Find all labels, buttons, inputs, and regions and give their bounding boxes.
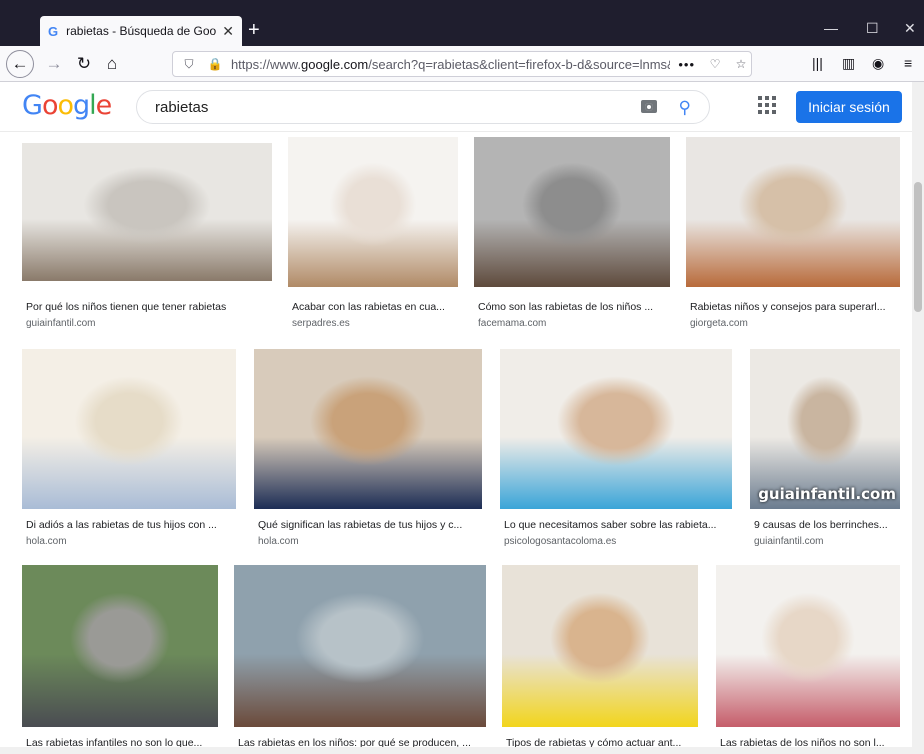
close-tab-icon[interactable]: ✕ bbox=[222, 23, 234, 40]
result-title[interactable]: Tipos de rabietas y cómo actuar ant... bbox=[506, 737, 696, 747]
result-source[interactable]: guiainfantil.com bbox=[754, 536, 823, 547]
search-box[interactable]: ⚲ bbox=[136, 90, 710, 124]
library-icon[interactable]: ||| bbox=[812, 55, 823, 71]
result-source[interactable]: hola.com bbox=[26, 536, 67, 547]
result-thumbnail[interactable] bbox=[22, 565, 218, 727]
result-title[interactable]: Di adiós a las rabietas de tus hijos con… bbox=[26, 519, 236, 531]
result-title[interactable]: Las rabietas de los niños no son l... bbox=[720, 737, 905, 747]
browser-tab[interactable]: G rabietas - Búsqueda de Google ✕ bbox=[40, 16, 242, 46]
browser-navbar: ← → ↻ ⌂ ⛉ 🔒 https://www.google.com/searc… bbox=[0, 46, 924, 82]
sidebar-icon[interactable]: ▥ bbox=[842, 55, 855, 72]
apps-grid-icon[interactable] bbox=[758, 96, 776, 114]
search-icon[interactable]: ⚲ bbox=[679, 98, 691, 118]
scrollbar-thumb[interactable] bbox=[914, 182, 922, 312]
camera-icon[interactable] bbox=[641, 100, 657, 113]
result-thumbnail[interactable] bbox=[474, 137, 670, 287]
result-title[interactable]: Qué significan las rabietas de tus hijos… bbox=[258, 519, 483, 531]
signin-button[interactable]: Iniciar sesión bbox=[796, 91, 902, 123]
result-title[interactable]: Rabietas niños y consejos para superarl.… bbox=[690, 301, 905, 313]
result-source[interactable]: facemama.com bbox=[478, 318, 546, 329]
result-thumbnail[interactable] bbox=[234, 565, 486, 727]
watermark: guiainfantil.com bbox=[758, 485, 896, 503]
result-title[interactable]: Las rabietas infantiles no son lo que... bbox=[26, 737, 216, 747]
account-icon[interactable]: ◉ bbox=[872, 55, 884, 72]
google-logo[interactable]: Google bbox=[22, 90, 112, 121]
tab-title: rabietas - Búsqueda de Google bbox=[66, 24, 217, 38]
back-arrow-icon[interactable]: ← bbox=[6, 50, 34, 78]
result-thumbnail[interactable] bbox=[716, 565, 900, 727]
address-bar[interactable]: ⛉ 🔒 https://www.google.com/search?q=rabi… bbox=[172, 51, 752, 77]
result-title[interactable]: Por qué los niños tienen que tener rabie… bbox=[26, 301, 286, 313]
result-title[interactable]: Cómo son las rabietas de los niños ... bbox=[478, 301, 668, 313]
page-actions-icon[interactable]: ••• bbox=[678, 57, 695, 72]
url-text[interactable]: https://www.google.com/search?q=rabietas… bbox=[231, 57, 670, 72]
result-source[interactable]: giorgeta.com bbox=[690, 318, 748, 329]
result-thumbnail[interactable] bbox=[502, 565, 698, 727]
result-thumbnail[interactable] bbox=[686, 137, 900, 287]
vertical-scrollbar[interactable] bbox=[912, 82, 924, 754]
google-favicon-icon: G bbox=[48, 23, 59, 39]
result-source[interactable]: serpadres.es bbox=[292, 318, 350, 329]
result-thumbnail[interactable] bbox=[500, 349, 732, 509]
close-window-icon[interactable]: ✕ bbox=[904, 20, 916, 37]
result-title[interactable]: 9 causas de los berrinches... bbox=[754, 519, 904, 531]
shield-icon[interactable]: ⛉ bbox=[179, 57, 199, 72]
pocket-icon[interactable]: ♡ bbox=[705, 57, 725, 71]
result-title[interactable]: Las rabietas en los niños: por qué se pr… bbox=[238, 737, 483, 747]
result-thumbnail[interactable]: guiainfantil.com bbox=[750, 349, 900, 509]
result-title[interactable]: Lo que necesitamos saber sobre las rabie… bbox=[504, 519, 729, 531]
result-thumbnail[interactable] bbox=[22, 143, 272, 281]
maximize-icon[interactable]: ☐ bbox=[866, 20, 879, 37]
browser-titlebar: G rabietas - Búsqueda de Google ✕ + — ☐ … bbox=[0, 0, 924, 46]
result-title[interactable]: Acabar con las rabietas en cua... bbox=[292, 301, 462, 313]
new-tab-button[interactable]: + bbox=[248, 18, 260, 42]
result-source[interactable]: psicologosantacoloma.es bbox=[504, 536, 616, 547]
menu-icon[interactable]: ≡ bbox=[904, 55, 912, 71]
result-thumbnail[interactable] bbox=[288, 137, 458, 287]
result-source[interactable]: hola.com bbox=[258, 536, 299, 547]
image-results-grid: Por qué los niños tienen que tener rabie… bbox=[0, 133, 912, 747]
horizontal-scrollbar[interactable] bbox=[0, 747, 912, 754]
bookmark-star-icon[interactable]: ☆ bbox=[731, 57, 751, 71]
lock-icon[interactable]: 🔒 bbox=[205, 57, 225, 71]
result-source[interactable]: guiainfantil.com bbox=[26, 318, 95, 329]
home-icon[interactable]: ⌂ bbox=[98, 50, 126, 78]
result-thumbnail[interactable] bbox=[254, 349, 482, 509]
forward-arrow-icon[interactable]: → bbox=[40, 50, 68, 78]
search-input[interactable] bbox=[155, 98, 615, 116]
result-thumbnail[interactable] bbox=[22, 349, 236, 509]
minimize-icon[interactable]: — bbox=[824, 20, 838, 36]
google-header: Google ⚲ Iniciar sesión bbox=[0, 82, 924, 132]
reload-icon[interactable]: ↻ bbox=[70, 50, 98, 78]
